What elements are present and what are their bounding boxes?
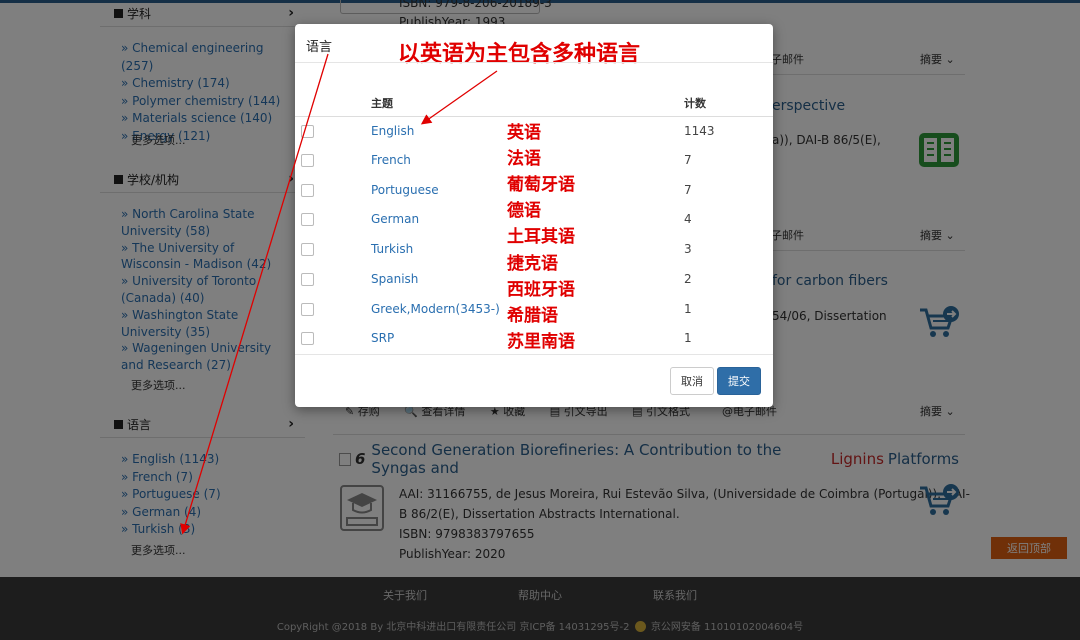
annotation-headline: 以英语为主包含多种语言: [398, 42, 641, 67]
divider: [295, 354, 773, 355]
language-checkbox[interactable]: [301, 213, 314, 226]
language-count: 3: [684, 242, 692, 256]
annotation-cn: 苏里南语: [507, 332, 575, 352]
language-checkbox[interactable]: [301, 243, 314, 256]
language-checkbox[interactable]: [301, 154, 314, 167]
column-header-count: 计数: [684, 97, 706, 110]
annotation-cn: 葡萄牙语: [507, 175, 575, 195]
annotation-cn: 土耳其语: [507, 227, 575, 247]
language-link[interactable]: SRP: [371, 331, 394, 345]
annotation-cn: 法语: [507, 149, 541, 169]
language-count: 7: [684, 183, 692, 197]
language-checkbox[interactable]: [301, 332, 314, 345]
divider: [295, 62, 773, 63]
language-link[interactable]: German: [371, 212, 419, 226]
cancel-button[interactable]: 取消: [670, 367, 714, 395]
language-count: 4: [684, 212, 692, 226]
language-checkbox[interactable]: [301, 184, 314, 197]
language-count: 1143: [684, 124, 715, 138]
language-link[interactable]: Spanish: [371, 272, 418, 286]
column-header-subject: 主题: [371, 97, 393, 110]
language-link[interactable]: Portuguese: [371, 183, 439, 197]
language-count: 7: [684, 153, 692, 167]
submit-button[interactable]: 提交: [717, 367, 761, 395]
annotation-cn: 英语: [507, 123, 541, 143]
language-checkbox[interactable]: [301, 303, 314, 316]
annotation-cn: 西班牙语: [507, 280, 575, 300]
language-link[interactable]: French: [371, 153, 411, 167]
language-checkbox[interactable]: [301, 273, 314, 286]
language-link[interactable]: Greek,Modern(3453-): [371, 302, 500, 316]
language-link[interactable]: Turkish: [371, 242, 413, 256]
language-link[interactable]: English: [371, 124, 414, 138]
language-checkbox[interactable]: [301, 125, 314, 138]
language-count: 1: [684, 302, 692, 316]
language-count: 1: [684, 331, 692, 345]
dialog-title: 语言: [306, 40, 333, 55]
annotation-cn: 捷克语: [507, 254, 558, 274]
language-count: 2: [684, 272, 692, 286]
annotation-cn: 德语: [507, 201, 541, 221]
annotation-cn: 希腊语: [507, 306, 558, 326]
language-dialog: 语言 以英语为主包含多种语言 主题 计数 English 1143 French…: [295, 24, 773, 407]
